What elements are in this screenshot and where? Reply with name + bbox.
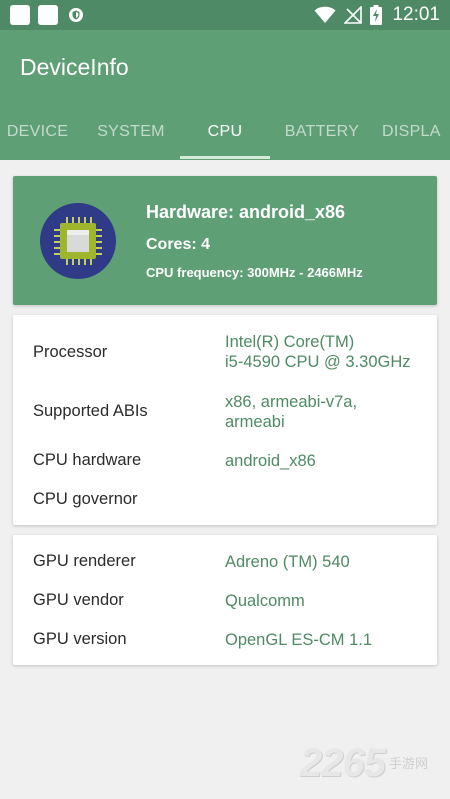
tab-cpu[interactable]: CPU (180, 114, 270, 160)
abis-value-line: x86, armeabi-v7a, (225, 393, 358, 411)
processor-value: Intel(R) Core(TM) i5-4590 CPU @ 3.30GHz (225, 332, 411, 372)
tab-system[interactable]: SYSTEM (88, 114, 174, 160)
gpu-version-value: OpenGL ES-CM 1.1 (225, 631, 373, 649)
watermark-text: 手游网 (388, 756, 428, 771)
cpu-frequency-label: CPU frequency: 300MHz - 2466MHz (146, 265, 363, 280)
cpu-info-card: Processor Intel(R) Core(TM) i5-4590 CPU … (13, 315, 437, 525)
tab-bar: DEVICE SYSTEM CPU BATTERY DISPLA (0, 114, 450, 160)
shield-icon (66, 5, 86, 25)
battery-charging-icon (370, 5, 383, 25)
gpu-renderer-label: GPU renderer (33, 552, 136, 570)
app-square-icon (10, 5, 30, 25)
active-tab-indicator (180, 156, 270, 159)
app-square-icon (38, 5, 58, 25)
gpu-vendor-label: GPU vendor (33, 591, 124, 609)
processor-value-line: i5-4590 CPU @ 3.30GHz (225, 353, 411, 371)
cpu-summary-card: Hardware: android_x86 Cores: 4 CPU frequ… (13, 176, 437, 305)
app-bar: DeviceInfo DEVICE SYSTEM CPU BATTERY DIS… (0, 30, 450, 160)
tab-display[interactable]: DISPLA (382, 114, 450, 160)
wifi-icon (314, 6, 336, 24)
cores-label: Cores: 4 (146, 236, 211, 253)
supported-abis-label: Supported ABIs (33, 402, 148, 420)
gpu-info-card: GPU renderer Adreno (TM) 540 GPU vendor … (13, 535, 437, 665)
site-watermark: 2265 手游网 (300, 741, 428, 786)
tab-device[interactable]: DEVICE (0, 114, 95, 160)
cpu-hardware-value: android_x86 (225, 452, 316, 470)
status-time: 12:01 (392, 4, 440, 25)
notification-icons (10, 5, 86, 25)
cpu-hardware-label: CPU hardware (33, 451, 142, 469)
gpu-version-label: GPU version (33, 630, 127, 648)
hardware-label: Hardware: android_x86 (146, 202, 346, 222)
cpu-governor-label: CPU governor (33, 490, 138, 508)
tab-battery[interactable]: BATTERY (275, 114, 369, 160)
cpu-chip-icon (40, 203, 116, 279)
status-bar: 12:01 (0, 0, 450, 30)
watermark-number: 2265 (300, 741, 386, 785)
supported-abis-value: x86, armeabi-v7a, armeabi (225, 392, 357, 432)
processor-value-line: Intel(R) Core(TM) (225, 333, 355, 351)
signal-off-icon (344, 6, 363, 24)
app-title: DeviceInfo (20, 54, 129, 80)
processor-label: Processor (33, 343, 108, 361)
abis-value-line: armeabi (225, 413, 285, 431)
gpu-renderer-value: Adreno (TM) 540 (225, 553, 350, 571)
gpu-vendor-value: Qualcomm (225, 592, 305, 610)
